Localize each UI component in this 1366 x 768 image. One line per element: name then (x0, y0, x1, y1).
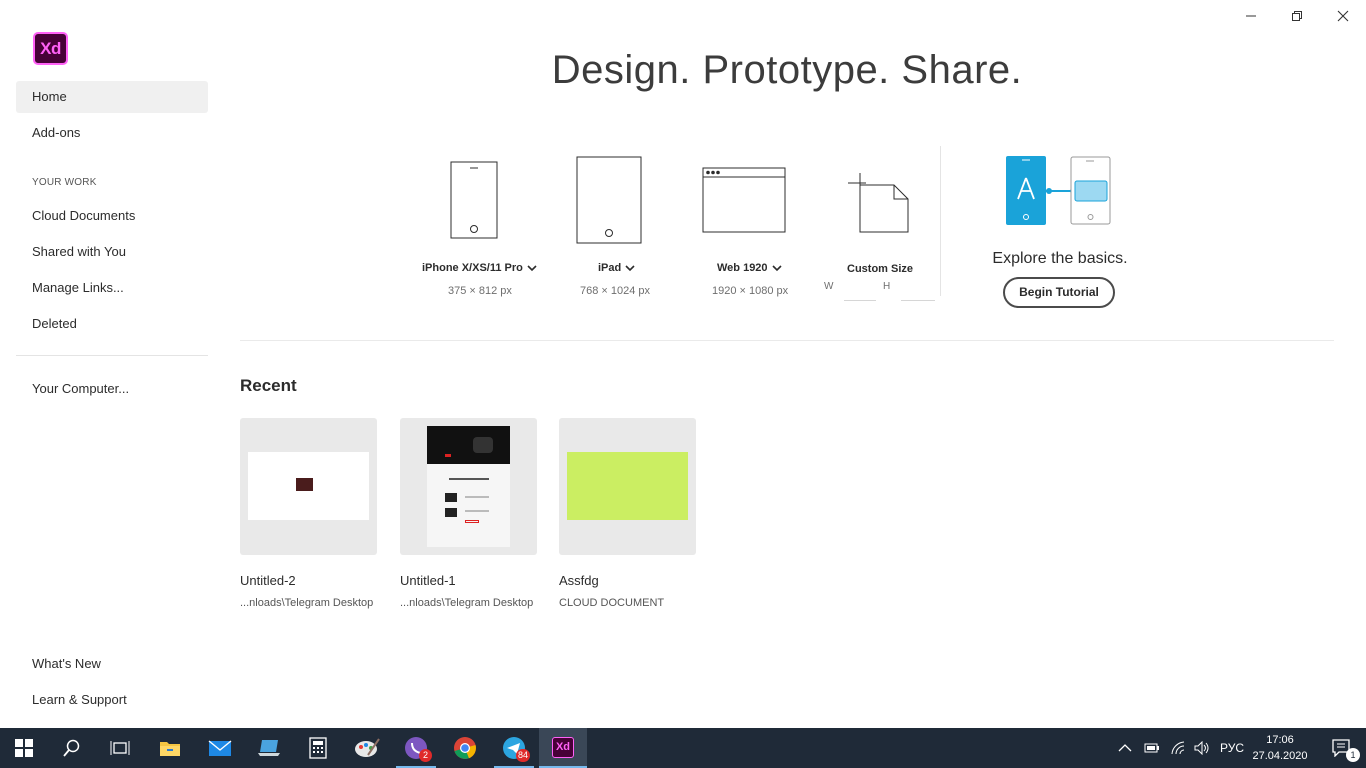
start-button[interactable] (0, 728, 48, 768)
recent-name[interactable]: Untitled-2 (240, 573, 296, 588)
tutorial-text: Explore the basics. (992, 250, 1128, 267)
windows-logo-icon (15, 739, 33, 757)
taskbar-file-explorer[interactable] (146, 728, 194, 768)
preset-ipad-label[interactable]: iPad (598, 262, 635, 274)
windows-taskbar: 2 84 Xd РУС 17:06 27.04.2020 1 (0, 728, 1366, 768)
recent-location: ...nloads\Telegram Desktop (240, 597, 374, 609)
recent-name[interactable]: Untitled-1 (400, 573, 456, 588)
mail-icon (208, 740, 232, 756)
chrome-icon (454, 737, 476, 759)
sidebar-item-your-computer[interactable]: Your Computer... (16, 373, 208, 405)
wifi-icon[interactable] (1170, 741, 1186, 755)
sidebar-item-addons[interactable]: Add-ons (16, 117, 208, 149)
recent-location: CLOUD DOCUMENT (559, 597, 665, 609)
recent-card-untitled-2[interactable] (240, 418, 377, 555)
custom-height-input[interactable] (901, 300, 935, 301)
custom-width-input[interactable] (844, 300, 876, 301)
taskbar-telegram[interactable]: 84 (490, 728, 538, 768)
sidebar-item-shared-with-you[interactable]: Shared with You (16, 236, 208, 268)
language-indicator[interactable]: РУС (1220, 741, 1244, 755)
search-icon (63, 739, 80, 757)
volume-icon[interactable] (1194, 741, 1210, 755)
close-button[interactable] (1320, 0, 1366, 32)
chevron-down-icon[interactable] (527, 264, 537, 272)
preset-separator (940, 146, 941, 296)
browser-window-icon (702, 167, 786, 233)
preset-custom-label: Custom Size (847, 263, 914, 275)
taskbar-paint[interactable] (343, 728, 391, 768)
paint-icon (355, 738, 380, 757)
notification-count: 1 (1346, 748, 1360, 762)
taskbar-computer[interactable] (245, 728, 293, 768)
task-view-icon (110, 741, 130, 755)
tablet-icon (576, 156, 642, 244)
phone-icon (450, 161, 498, 239)
preset-ipad-dims: 768 × 1024 px (580, 285, 651, 297)
taskbar-viber[interactable]: 2 (392, 728, 440, 768)
xd-home-window: Xd Home Add-ons YOUR WORK Cloud Document… (0, 0, 1366, 728)
recent-thumbnail (567, 452, 688, 520)
chevron-down-icon[interactable] (625, 264, 635, 272)
page-headline: Design. Prototype. Share. (551, 48, 1023, 92)
task-view-button[interactable] (96, 728, 144, 768)
sidebar-item-cloud-documents[interactable]: Cloud Documents (16, 200, 208, 232)
telegram-badge: 84 (515, 749, 530, 762)
taskbar-calculator[interactable] (294, 728, 342, 768)
recent-heading: Recent (240, 376, 297, 395)
laptop-icon (258, 740, 280, 756)
sidebar-divider (16, 355, 208, 356)
custom-height-label: H (883, 281, 891, 292)
preset-iphone-label[interactable]: iPhone X/XS/11 Pro (422, 262, 537, 274)
recent-thumbnail (248, 452, 369, 520)
prototype-illustration (1006, 156, 1111, 225)
custom-document-icon (848, 173, 909, 233)
section-divider (240, 340, 1334, 341)
close-icon (1337, 10, 1349, 22)
sidebar-item-whats-new[interactable]: What's New (16, 648, 208, 680)
clock-time: 17:06 (1266, 734, 1294, 746)
clock-date: 27.04.2020 (1252, 750, 1308, 762)
recent-location: ...nloads\Telegram Desktop (400, 597, 534, 609)
sidebar-item-learn-support[interactable]: Learn & Support (16, 684, 208, 716)
sidebar-section-your-work: YOUR WORK (32, 177, 97, 188)
chevron-down-icon[interactable] (771, 264, 782, 272)
recent-thumbnail (427, 426, 510, 547)
chevron-up-icon[interactable] (1118, 743, 1132, 753)
minimize-button[interactable] (1228, 0, 1274, 32)
notification-center-button[interactable]: 1 (1318, 728, 1366, 768)
preset-web-label[interactable]: Web 1920 (717, 262, 782, 274)
sidebar-item-deleted[interactable]: Deleted (16, 308, 208, 340)
begin-tutorial-button[interactable]: Begin Tutorial (1003, 277, 1115, 308)
recent-card-assfdg[interactable] (559, 418, 696, 555)
preset-web-dims: 1920 × 1080 px (712, 285, 789, 297)
restore-button[interactable] (1274, 0, 1320, 32)
preset-iphone-dims: 375 × 812 px (448, 285, 512, 297)
battery-icon[interactable] (1144, 742, 1160, 754)
recent-card-untitled-1[interactable] (400, 418, 537, 555)
folder-icon (160, 742, 180, 756)
sidebar-item-home[interactable]: Home (16, 81, 208, 113)
clock[interactable]: 17:06 27.04.2020 (1250, 732, 1310, 764)
calculator-icon (309, 737, 327, 759)
taskbar-adobe-xd[interactable]: Xd (539, 728, 587, 768)
window-controls (1228, 0, 1366, 32)
taskbar-mail[interactable] (196, 728, 244, 768)
system-tray: РУС (1118, 728, 1244, 768)
custom-width-label: W (824, 281, 834, 292)
recent-name[interactable]: Assfdg (559, 573, 599, 588)
minimize-icon (1246, 15, 1256, 17)
sidebar-item-manage-links[interactable]: Manage Links... (16, 272, 208, 304)
taskbar-chrome[interactable] (441, 728, 489, 768)
xd-logo: Xd (33, 32, 68, 65)
viber-badge: 2 (419, 749, 432, 762)
restore-icon (1292, 11, 1302, 21)
search-button[interactable] (48, 728, 96, 768)
xd-icon: Xd (552, 736, 574, 758)
